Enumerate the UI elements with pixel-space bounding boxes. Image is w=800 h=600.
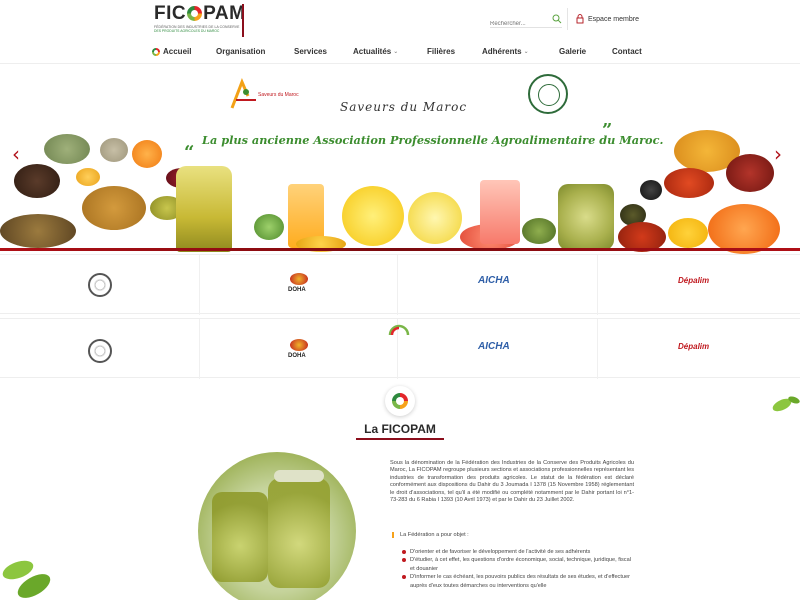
doha-logo-icon: [290, 339, 308, 351]
olive-jar-image: [558, 184, 614, 250]
about-paragraph: Sous la dénomination de la Fédération de…: [390, 460, 634, 504]
leaf-decoration-icon: [2, 560, 51, 598]
nav-label: Filières: [427, 47, 456, 56]
slogan-quote-open: “: [184, 142, 195, 163]
nav-label: Contact: [612, 47, 642, 56]
nav-item-contact[interactable]: Contact: [612, 47, 642, 56]
search-box: [490, 12, 562, 28]
depalim-logo-text: Dépalim: [678, 276, 710, 285]
chili-bowl-image: [664, 168, 714, 198]
leaves-image: [254, 214, 284, 240]
lemon-half-image: [408, 192, 462, 244]
depalim-logo-text: Dépalim: [678, 342, 710, 351]
nav-label: Services: [294, 47, 327, 56]
nav-item-services[interactable]: Services: [294, 47, 327, 56]
nav-label: Actualités: [353, 47, 392, 56]
doha-logo-text: DOHA: [288, 353, 306, 359]
logo-subtitle-2: DES PRODUITS AGRICOLES DU MAROC: [154, 29, 220, 33]
seal-logo: [528, 74, 568, 114]
doha-logo-icon: [290, 273, 308, 285]
search-input[interactable]: [490, 21, 546, 27]
nav-item-filieres[interactable]: Filières: [427, 47, 455, 56]
dried-chili-image: [726, 154, 774, 192]
partner-cell[interactable]: DOHA: [200, 255, 398, 315]
nav-item-adherents[interactable]: Adhérents ⌄: [482, 47, 529, 56]
olive-oil-bottle-image: [176, 166, 232, 252]
nav-label: Galerie: [559, 47, 587, 56]
site-header: FIC PAM FÉDÉRATION DES INDUSTRIES DE LA …: [0, 0, 800, 40]
list-item: D'informer le cas échéant, les pouvoirs …: [402, 573, 634, 590]
lemon-large-image: [342, 186, 404, 246]
logo-wordmark: FIC PAM: [154, 4, 246, 23]
green-olives-image: [522, 218, 556, 244]
saveurs-script-title: Saveurs du Maroc: [340, 100, 468, 114]
leaf-decoration-icon: [772, 396, 800, 412]
aicha-logo-text: AICHA: [478, 275, 510, 286]
partner-cell[interactable]: [0, 255, 200, 315]
bowl-image: [100, 138, 128, 162]
about-title: La FICOPAM: [356, 420, 444, 440]
cloves-bowl-image: [14, 164, 60, 198]
mandarins-image: [708, 204, 780, 254]
nav-item-galerie[interactable]: Galerie: [559, 47, 586, 56]
spice-bowl-image: [82, 186, 146, 230]
orange-image: [132, 140, 162, 168]
slider-prev-arrow[interactable]: ‹: [12, 142, 20, 166]
search-icon[interactable]: [552, 14, 562, 24]
olive-jars-image: [198, 452, 356, 600]
logo-accent-bar: [242, 4, 244, 37]
partner-cell[interactable]: AICHA: [398, 319, 598, 379]
chevron-down-icon: ⌄: [393, 49, 399, 55]
objective-label: La Fédération a pour objet :: [392, 532, 469, 538]
herb-bowl-image: [44, 134, 90, 164]
objectives-list: D'orienter et de favoriser le développem…: [402, 548, 634, 590]
header-divider: [567, 8, 568, 30]
grapefruit-juice-glass-image: [480, 180, 520, 244]
partners-row-1: DOHA AICHA Dépalim: [0, 254, 800, 315]
logo-suffix: PAM: [203, 3, 246, 24]
slider-next-arrow[interactable]: ›: [774, 142, 782, 166]
slogan-quote-close: ”: [602, 120, 613, 141]
partner-emblem-logo: [88, 339, 112, 363]
ficopam-logo[interactable]: FIC PAM FÉDÉRATION DES INDUSTRIES DE LA …: [154, 4, 246, 38]
nav-item-accueil[interactable]: Accueil: [152, 47, 191, 56]
hero-slogan: La plus ancienne Association Professionn…: [202, 133, 664, 147]
logo-ring-icon: [187, 6, 203, 21]
nav-label: Adhérents: [482, 47, 522, 56]
home-icon: [152, 47, 160, 56]
nav-item-actualites[interactable]: Actualités ⌄: [353, 47, 398, 56]
main-nav: Accueil Organisation Services Actualités…: [0, 40, 800, 64]
partner-emblem-logo: [88, 273, 112, 297]
hero-bottom-rule: [0, 248, 800, 251]
nav-label: Accueil: [163, 47, 192, 56]
partner-cell[interactable]: Dépalim: [598, 255, 800, 315]
logo-prefix: FIC: [154, 3, 187, 24]
partner-cell[interactable]: AICHA: [398, 255, 598, 315]
section-divider-icon: [388, 324, 410, 336]
chevron-down-icon: ⌄: [523, 49, 529, 55]
hero-slider: Saveurs du Maroc Saveurs du Maroc “ La p…: [0, 64, 800, 254]
list-item: D'orienter et de favoriser le développem…: [402, 548, 634, 556]
black-olives-image: [640, 180, 662, 200]
nav-item-organisation[interactable]: Organisation: [216, 47, 265, 56]
lock-icon: [576, 14, 584, 24]
member-area-link[interactable]: Espace membre: [576, 14, 639, 24]
nav-label: Organisation: [216, 47, 266, 56]
member-label: Espace membre: [588, 15, 639, 23]
doha-logo-text: DOHA: [288, 287, 306, 293]
list-item: D'étudier, à cet effet, les questions d'…: [402, 556, 634, 573]
yellow-spice-image: [668, 218, 708, 248]
saveurs-logo-label: Saveurs du Maroc: [258, 92, 299, 98]
lemon-image: [76, 168, 100, 186]
partner-cell[interactable]: DOHA: [200, 319, 398, 379]
partner-cell[interactable]: Dépalim: [598, 319, 800, 379]
capers-spoon-image: [0, 214, 76, 248]
about-badge-icon: [385, 386, 415, 416]
aicha-logo-text: AICHA: [478, 341, 510, 352]
partner-cell[interactable]: [0, 319, 200, 379]
